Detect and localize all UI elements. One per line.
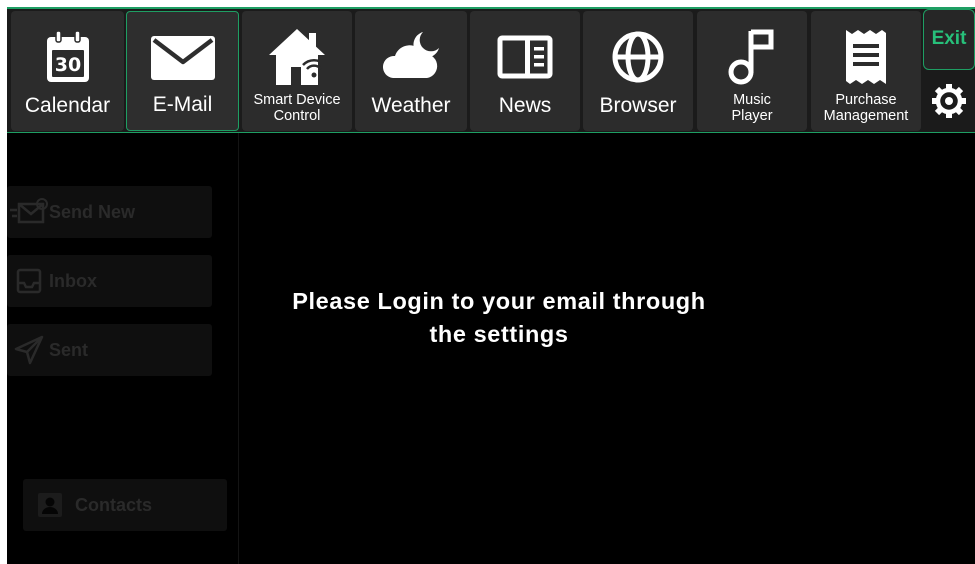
send-new-label: Send New xyxy=(49,201,136,222)
tile-label: Purchase Management xyxy=(823,91,909,125)
receipt-icon xyxy=(811,27,921,87)
news-icon xyxy=(470,27,580,87)
tile-weather[interactable]: Weather xyxy=(355,11,467,131)
inbox-icon xyxy=(9,268,49,294)
contacts-label: Contacts xyxy=(75,494,153,515)
tile-label: Music Player xyxy=(731,91,773,125)
tile-label: Weather xyxy=(371,93,451,117)
sent-label: Sent xyxy=(49,339,89,360)
send-icon xyxy=(9,335,49,365)
tile-browser[interactable]: Browser xyxy=(583,11,693,131)
globe-icon xyxy=(583,27,693,87)
send-mail-icon xyxy=(9,198,49,226)
tile-calendar[interactable]: 30 Calendar xyxy=(11,11,124,131)
tile-music-player[interactable]: Music Player xyxy=(697,11,807,131)
smart-home-icon xyxy=(242,27,352,87)
tile-email[interactable]: E-Mail xyxy=(126,11,239,131)
calendar-icon-day: 30 xyxy=(54,54,80,76)
settings-button[interactable] xyxy=(931,83,971,123)
inbox-button[interactable]: Inbox xyxy=(7,255,212,307)
login-message: Please Login to your email through the s… xyxy=(292,288,706,347)
sent-button[interactable]: Sent xyxy=(7,324,212,376)
contacts-button[interactable]: Contacts xyxy=(23,479,227,531)
gear-icon xyxy=(932,84,966,118)
contacts-icon xyxy=(25,492,75,518)
send-new-button[interactable]: Send New xyxy=(7,186,212,238)
app-screen: 30 Calendar E-Mail Smart Device Control … xyxy=(7,7,975,564)
tile-news[interactable]: News xyxy=(470,11,580,131)
tile-label: Smart Device Control xyxy=(253,91,341,125)
tile-label: E-Mail xyxy=(152,92,213,116)
exit-button[interactable]: Exit xyxy=(923,9,975,70)
music-note-icon xyxy=(697,27,807,87)
tile-label: Calendar xyxy=(24,93,111,117)
weather-icon xyxy=(355,27,467,87)
email-sidebar: Send New Inbox Sent Contacts xyxy=(7,133,239,564)
calendar-icon: 30 xyxy=(11,27,124,87)
tile-smart-device-control[interactable]: Smart Device Control xyxy=(242,11,352,131)
tile-purchase-management[interactable]: Purchase Management xyxy=(811,11,921,131)
tile-label: News xyxy=(498,93,552,117)
app-bar: 30 Calendar E-Mail Smart Device Control … xyxy=(7,7,975,133)
inbox-label: Inbox xyxy=(49,270,97,291)
mail-icon xyxy=(127,28,238,88)
tile-label: Browser xyxy=(599,93,677,117)
